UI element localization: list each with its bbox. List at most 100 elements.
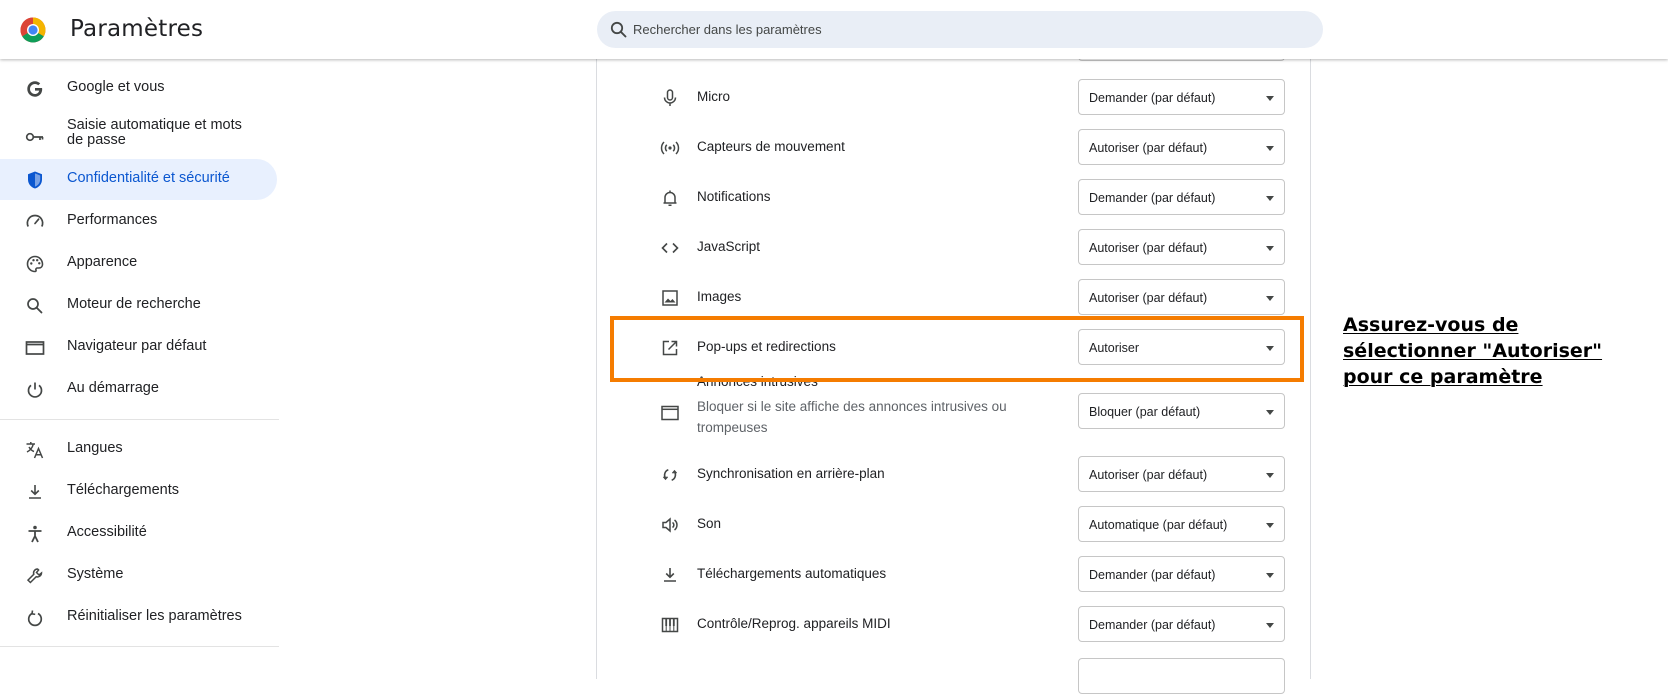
browser-window-icon [24,337,46,359]
dropdown-arrow-icon [1266,146,1274,151]
chrome-logo-icon [20,17,46,43]
sidebar-item-label: Moteur de recherche [67,296,201,312]
sidebar-item-saisie-automatique[interactable]: Saisie automatique et mots de passe [0,114,277,158]
select-value: Demander (par défaut) [1089,568,1216,582]
permission-label: Contrôle/Reprog. appareils MIDI [697,616,891,631]
sidebar-item-label: Navigateur par défaut [67,338,207,354]
sidebar-item-accessibilite[interactable]: Accessibilité [0,513,277,554]
reset-icon [24,607,46,629]
key-icon [24,126,46,148]
telechargements-permission-select[interactable]: Demander (par défaut) [1078,556,1285,592]
permission-label: Synchronisation en arrière-plan [697,466,885,481]
permission-row-notifications: Notifications Demander (par défaut) [597,172,1310,222]
dropdown-arrow-icon [1266,196,1274,201]
sidebar-item-navigateur-par-defaut[interactable]: Navigateur par défaut [0,327,277,368]
annotation-callout: Assurez-vous de sélectionner "Autoriser"… [1343,314,1603,388]
page-title: Paramètres [70,16,204,42]
search-icon [609,20,629,40]
highlight-box [610,316,1304,382]
capteurs-permission-select[interactable]: Autoriser (par défaut) [1078,129,1285,165]
sidebar-divider [0,646,279,647]
permission-row-synchronisation: Synchronisation en arrière-plan Autorise… [597,449,1310,499]
permission-row-telechargements-automatiques: Téléchargements automatiques Demander (p… [597,549,1310,599]
dropdown-arrow-icon [1266,523,1274,528]
microphone-icon [659,87,681,109]
sidebar-item-au-demarrage[interactable]: Au démarrage [0,369,277,410]
header: Paramètres Rechercher dans les paramètre… [0,0,1668,59]
next-permission-select[interactable] [1078,658,1285,694]
sidebar-item-performances[interactable]: Performances [0,201,277,242]
bell-icon [659,187,681,209]
dropdown-arrow-icon [1266,473,1274,478]
dropdown-arrow-icon [1266,623,1274,628]
sidebar-item-label: Téléchargements [67,482,180,498]
dropdown-arrow-icon [1266,296,1274,301]
select-value: Autoriser (par défaut) [1089,291,1208,305]
permission-row-javascript: JavaScript Autoriser (par défaut) [597,222,1310,272]
speaker-icon [659,514,681,536]
settings-search-bar[interactable]: Rechercher dans les paramètres [597,11,1323,48]
synchronisation-permission-select[interactable]: Autoriser (par défaut) [1078,456,1285,492]
select-value: Automatique (par défaut) [1089,518,1228,532]
permission-label: Micro [697,89,730,104]
select-value: Bloquer (par défaut) [1089,405,1201,419]
sidebar-item-label: Système [67,566,124,582]
sidebar-item-google-et-vous[interactable]: Google et vous [0,68,277,109]
search-icon [24,295,46,317]
piano-icon [659,614,681,636]
sidebar-item-apparence[interactable]: Apparence [0,243,277,284]
sidebar-item-label: Confidentialité et sécurité [67,170,230,186]
son-permission-select[interactable]: Automatique (par défaut) [1078,506,1285,542]
permission-label: Capteurs de mouvement [697,139,845,154]
shield-icon [24,169,46,191]
sidebar: Google et vous Saisie automatique et mot… [0,59,280,664]
sidebar-item-reinitialiser[interactable]: Réinitialiser les paramètres [0,597,277,638]
permission-label: Téléchargements automatiques [697,566,887,581]
sync-icon [659,464,681,486]
select-value: Autoriser (par défaut) [1089,141,1208,155]
select-value: Demander (par défaut) [1089,91,1216,105]
notifications-permission-select[interactable]: Demander (par défaut) [1078,179,1285,215]
translate-icon [24,439,46,461]
dropdown-arrow-icon [1266,96,1274,101]
select-value: Demander (par défaut) [1089,191,1216,205]
images-permission-select[interactable]: Autoriser (par défaut) [1078,279,1285,315]
sidebar-item-label: Langues [67,440,123,456]
permission-row-capteurs-de-mouvement: Capteurs de mouvement Autoriser (par déf… [597,122,1310,172]
search-input[interactable]: Rechercher dans les paramètres [633,22,822,37]
accessibility-icon [24,523,46,545]
speedometer-icon [24,211,46,233]
sidebar-item-telechargements[interactable]: Téléchargements [0,471,277,512]
micro-permission-select[interactable]: Demander (par défaut) [1078,79,1285,115]
midi-permission-select[interactable]: Demander (par défaut) [1078,606,1285,642]
sidebar-item-moteur-de-recherche[interactable]: Moteur de recherche [0,285,277,326]
sidebar-item-confidentialite[interactable]: Confidentialité et sécurité [0,159,277,200]
dropdown-arrow-icon [1266,573,1274,578]
permission-label: JavaScript [697,239,761,254]
select-value: Demander (par défaut) [1089,618,1216,632]
sidebar-item-label: Accessibilité [67,524,147,540]
code-icon [659,237,681,259]
dropdown-arrow-icon [1266,246,1274,251]
permission-row-micro: Micro Demander (par défaut) [597,72,1310,122]
ads-window-icon [659,402,681,424]
sidebar-item-label: Au démarrage [67,380,159,396]
motion-sensor-icon [659,137,681,159]
permission-row-midi: Contrôle/Reprog. appareils MIDI Demander… [597,599,1310,649]
permission-sublabel: Bloquer si le site affiche des annonces … [697,399,1007,435]
wrench-icon [24,565,46,587]
permission-label: Images [697,289,742,304]
power-icon [24,379,46,401]
download-icon [24,481,46,503]
sidebar-item-label: Réinitialiser les paramètres [67,608,242,624]
sidebar-item-label: Saisie automatique et mots de passe [67,117,242,148]
sidebar-divider [0,419,279,420]
palette-icon [24,253,46,275]
sidebar-item-label: Performances [67,212,158,228]
sidebar-item-systeme[interactable]: Système [0,555,277,596]
sidebar-item-langues[interactable]: Langues [0,429,277,470]
annonces-permission-select[interactable]: Bloquer (par défaut) [1078,393,1285,429]
permission-row-son: Son Automatique (par défaut) [597,499,1310,549]
image-icon [659,287,681,309]
javascript-permission-select[interactable]: Autoriser (par défaut) [1078,229,1285,265]
